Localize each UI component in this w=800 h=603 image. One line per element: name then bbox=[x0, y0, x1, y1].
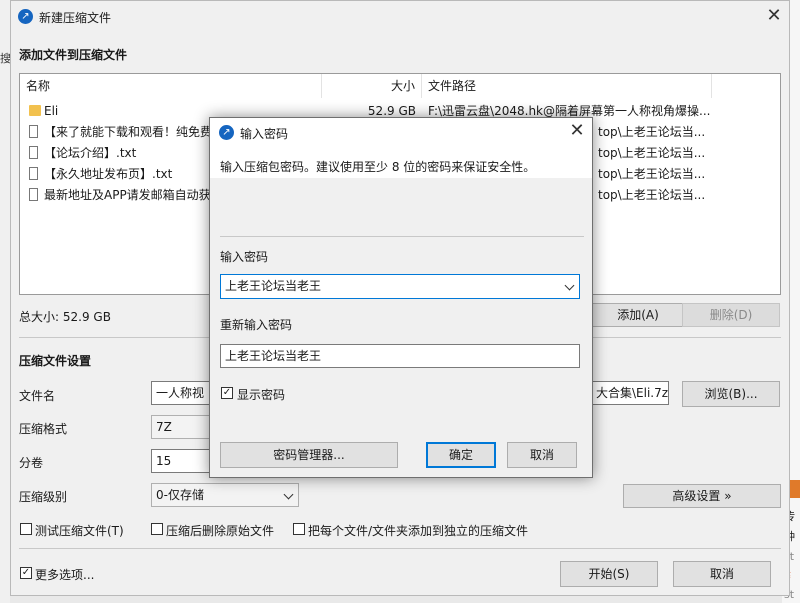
divider bbox=[19, 548, 781, 549]
text-file-icon bbox=[29, 188, 38, 201]
dialog-description-area: 输入压缩包密码。建议使用至少 8 位的密码来保证安全性。 bbox=[210, 148, 592, 178]
app-logo-icon: ↗ bbox=[219, 125, 234, 140]
more-options-checkbox[interactable]: ✓ bbox=[20, 567, 32, 579]
dialog-title-bar: ↗ 输入密码 ✕ bbox=[210, 118, 592, 148]
filename-label: 文件名 bbox=[19, 389, 56, 403]
delete-button[interactable]: 删除(D) bbox=[682, 303, 780, 327]
delete-after-label: 压缩后删除原始文件 bbox=[166, 524, 275, 538]
more-options-label: 更多选项... bbox=[35, 568, 95, 582]
test-archive-label: 测试压缩文件(T) bbox=[35, 524, 124, 538]
password-dialog: ↗ 输入密码 ✕ 输入压缩包密码。建议使用至少 8 位的密码来保证安全性。 输入… bbox=[209, 117, 593, 478]
format-label: 压缩格式 bbox=[19, 422, 68, 436]
archive-settings-heading: 压缩文件设置 bbox=[19, 354, 92, 368]
title-bar: ↗ 新建压缩文件 ✕ bbox=[11, 1, 789, 33]
browse-button[interactable]: 浏览(B)... bbox=[682, 381, 780, 407]
text-file-icon bbox=[29, 167, 38, 180]
column-header-name[interactable]: 名称 bbox=[20, 74, 322, 98]
divider bbox=[220, 236, 584, 237]
file-path: top\上老王论坛当... bbox=[598, 146, 706, 160]
background-strip-left: 搜 bbox=[0, 0, 11, 603]
app-logo-icon: ↗ bbox=[18, 9, 33, 24]
show-password-checkbox[interactable]: ✓ bbox=[221, 387, 233, 399]
add-files-heading: 添加文件到压缩文件 bbox=[19, 48, 128, 62]
separate-archives-checkbox[interactable] bbox=[293, 523, 305, 535]
column-header-path[interactable]: 文件路径 bbox=[422, 74, 712, 98]
format-select[interactable]: 7Z bbox=[151, 415, 211, 439]
column-header-size[interactable]: 大小 bbox=[322, 74, 422, 98]
dialog-cancel-button[interactable]: 取消 bbox=[507, 442, 577, 468]
start-button[interactable]: 开始(S) bbox=[560, 561, 658, 587]
text-file-icon bbox=[29, 146, 38, 159]
add-button[interactable]: 添加(A) bbox=[589, 303, 687, 327]
password-value: 上老王论坛当老王 bbox=[225, 279, 322, 293]
ok-button[interactable]: 确定 bbox=[426, 442, 496, 468]
show-password-label: 显示密码 bbox=[237, 388, 286, 402]
folder-icon bbox=[29, 105, 41, 116]
confirm-password-label: 重新输入密码 bbox=[220, 318, 293, 332]
filename-input-tail[interactable]: 大合集\Eli.7z bbox=[591, 381, 669, 405]
password-input[interactable]: 上老王论坛当老王 bbox=[220, 274, 580, 299]
level-select-value: 0-仅存储 bbox=[156, 488, 204, 502]
filename-input[interactable]: 一人称视 bbox=[151, 381, 211, 405]
cancel-button[interactable]: 取消 bbox=[673, 561, 771, 587]
close-icon[interactable]: ✕ bbox=[763, 5, 785, 27]
volume-label: 分卷 bbox=[19, 456, 44, 470]
advanced-settings-button[interactable]: 高级设置 » bbox=[623, 484, 781, 508]
password-manager-button[interactable]: 密码管理器... bbox=[220, 442, 398, 468]
file-path: top\上老王论坛当... bbox=[598, 125, 706, 139]
text-file-icon bbox=[29, 125, 38, 138]
level-label: 压缩级别 bbox=[19, 490, 68, 504]
test-archive-checkbox[interactable] bbox=[20, 523, 32, 535]
file-path: top\上老王论坛当... bbox=[598, 188, 706, 202]
separate-archives-label: 把每个文件/文件夹添加到独立的压缩文件 bbox=[308, 524, 529, 538]
file-path: top\上老王论坛当... bbox=[598, 167, 706, 181]
level-select[interactable]: 0-仅存储 bbox=[151, 483, 299, 507]
password-label: 输入密码 bbox=[220, 250, 269, 264]
dialog-description: 输入压缩包密码。建议使用至少 8 位的密码来保证安全性。 bbox=[220, 160, 536, 174]
dialog-title: 输入密码 bbox=[240, 127, 289, 141]
chevron-down-icon[interactable] bbox=[564, 280, 575, 291]
window-title: 新建压缩文件 bbox=[39, 11, 112, 25]
volume-input[interactable]: 15 bbox=[151, 449, 211, 473]
confirm-password-input[interactable]: 上老王论坛当老王 bbox=[220, 344, 580, 368]
chevron-down-icon bbox=[283, 489, 294, 500]
delete-after-checkbox[interactable] bbox=[151, 523, 163, 535]
total-size-text: 总大小: 52.9 GB bbox=[19, 310, 111, 324]
close-icon[interactable]: ✕ bbox=[566, 120, 588, 142]
